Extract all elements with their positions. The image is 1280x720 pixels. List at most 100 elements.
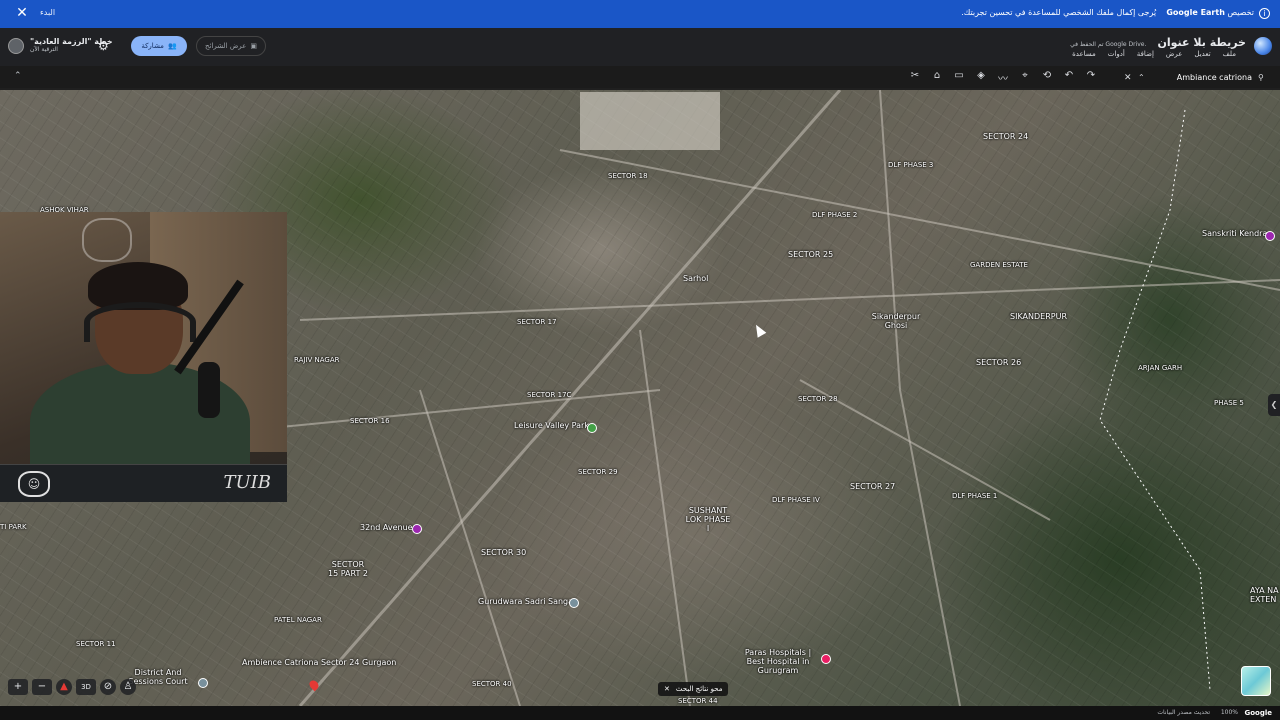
banner-message: تخصيص Google Earth يُرجى إكمال ملفك الشخ… <box>961 8 1254 17</box>
3d-toggle-button[interactable]: 3D <box>76 679 96 695</box>
placemark-icon[interactable]: ⌖ <box>1018 70 1032 85</box>
map-label: DLF PHASE 2 <box>812 211 858 219</box>
search-box[interactable]: ✕ ⌃ Ambiance catriona ⚲ <box>1124 69 1270 86</box>
map-label: SIKANDERPUR <box>1010 312 1068 321</box>
map-label: SECTOR 27 <box>850 482 896 491</box>
slideshow-icon: ▣ <box>250 42 257 50</box>
search-icon[interactable]: ⚲ <box>1258 73 1270 82</box>
map-label: DLF PHASE 3 <box>888 161 934 169</box>
history-icon[interactable]: ⟲ <box>1040 70 1054 85</box>
tools-crossed-icon[interactable]: ✂ <box>908 70 922 85</box>
map-label: 32nd Avenue <box>360 523 413 532</box>
pegman-icon[interactable]: ♙ <box>120 679 136 695</box>
map-label: AYA NA EXTEN <box>1250 586 1279 604</box>
map-label: SECTOR 15 PART 2 <box>327 560 368 578</box>
map-label: SECTOR 17 <box>517 318 557 326</box>
saved-status: تم الحفظ في Google Drive. <box>1070 41 1147 48</box>
slideshow-label: عرض الشرائح <box>205 42 247 50</box>
channel-logo-icon: ☺ <box>18 471 50 497</box>
earth-logo-icon <box>1254 37 1272 55</box>
overlay-brand-strip: ☺ TUIB <box>0 464 287 502</box>
headphones <box>84 302 196 342</box>
map-label: SECTOR 17C <box>527 391 572 399</box>
menu-help[interactable]: مساعدة <box>1072 50 1096 58</box>
google-earth-window: ✕ البدء تخصيص Google Earth يُرجى إكمال م… <box>0 0 1280 720</box>
map-label: SECTOR 40 <box>472 680 512 688</box>
menu-add[interactable]: إضافة <box>1137 50 1154 58</box>
park-icon[interactable] <box>587 423 597 433</box>
menu-edit[interactable]: تعديل <box>1194 50 1210 58</box>
clear-results-label: محو نتائج البحث <box>675 685 723 693</box>
channel-brand: TUIB <box>223 472 271 493</box>
layers-icon[interactable]: ◈ <box>974 70 988 85</box>
app-bar: خطة "الرزمة العادية" الترقية الآن ⚙ مشار… <box>0 28 1280 66</box>
menu-view[interactable]: عرض <box>1166 50 1183 58</box>
map-label: SECTOR 25 <box>788 250 834 259</box>
google-logo: Google <box>1244 709 1272 717</box>
layer-thumbnail[interactable] <box>1241 666 1271 696</box>
map-label: PHASE 5 <box>1214 399 1244 407</box>
brand-label: Google Earth <box>1166 8 1225 17</box>
place-icon[interactable] <box>412 524 422 534</box>
path-icon[interactable]: 〰 <box>996 70 1010 85</box>
profile-banner: ✕ البدء تخصيص Google Earth يُرجى إكمال م… <box>0 0 1280 28</box>
chevron-up-icon[interactable]: ⌃ <box>1138 73 1152 82</box>
map-label: SECTOR 26 <box>976 358 1022 367</box>
map-label: RAJIV NAGAR <box>294 356 340 364</box>
map-label: PATEL NAGAR <box>274 616 322 624</box>
info-icon[interactable]: i <box>1259 8 1270 19</box>
undo-icon[interactable]: ↶ <box>1062 70 1076 85</box>
map-label: Paras Hospitals | Best Hospital in Gurug… <box>744 648 812 675</box>
share-button[interactable]: مشاركة 👥 <box>131 36 187 56</box>
zoom-level: 100% <box>1220 709 1238 716</box>
tool-icons: ✂ ⌂ ▭ ◈ 〰 ⌖ ⟲ ↶ ↷ <box>908 70 1098 85</box>
close-icon[interactable]: ✕ <box>14 5 30 21</box>
menu-tools[interactable]: أدوات <box>1108 50 1125 58</box>
map-label: DLF PHASE IV <box>772 496 820 504</box>
menu-file[interactable]: ملف <box>1223 50 1236 58</box>
map-label: SUSHANT LOK PHASE I <box>685 506 731 533</box>
clear-results-chip[interactable]: محو نتائج البحث ✕ <box>658 682 729 696</box>
avatar[interactable] <box>8 38 24 54</box>
gurudwara-icon[interactable] <box>569 598 579 608</box>
clear-search-icon[interactable]: ✕ <box>1124 73 1138 83</box>
map-label: Leisure Valley Park <box>514 421 589 430</box>
map-label: Sarhol <box>683 274 709 283</box>
close-icon[interactable]: ✕ <box>664 685 670 693</box>
map-controls: + − ▲ 3D ⊘ ♙ <box>8 679 136 695</box>
status-bar: تحديث مصدر البيانات 100% Google <box>0 706 1280 720</box>
people-icon: 👥 <box>167 42 177 50</box>
search-query[interactable]: Ambiance catriona <box>1152 73 1258 82</box>
map-label: Sanskriti Kendra <box>1202 229 1268 238</box>
zoom-out-button[interactable]: − <box>32 679 52 695</box>
map-title[interactable]: خريطة بلا عنوان <box>1158 36 1247 49</box>
chevron-up-icon[interactable]: ⌃ <box>14 71 22 81</box>
side-panel-handle[interactable]: ❮ <box>1268 394 1280 416</box>
banner-text: يُرجى إكمال ملفك الشخصي للمساعدة في تحسي… <box>961 8 1157 17</box>
wall-logo <box>82 218 132 262</box>
map-label: Sikanderpur Ghosi <box>871 312 921 330</box>
map-label: SECTOR 30 <box>481 548 527 557</box>
map-label: TI PARK <box>0 523 27 531</box>
map-label: SECTOR 29 <box>578 468 618 476</box>
map-label: SECTOR 16 <box>350 417 390 425</box>
street-view-icon[interactable]: ⌂ <box>930 70 944 85</box>
redo-icon[interactable]: ↷ <box>1084 70 1098 85</box>
orbit-icon[interactable]: ⊘ <box>100 679 116 695</box>
court-icon[interactable] <box>198 678 208 688</box>
map-label: ARJAN GARH <box>1138 364 1183 372</box>
webcam-overlay: ☺ TUIB <box>0 212 287 502</box>
map-label: SECTOR 28 <box>798 395 838 403</box>
data-source-link[interactable]: تحديث مصدر البيانات <box>1157 709 1210 716</box>
hospital-icon[interactable] <box>821 654 831 664</box>
slideshow-button[interactable]: عرض الشرائح ▣ <box>196 36 266 56</box>
map-label: SECTOR 11 <box>76 640 116 648</box>
gear-icon[interactable]: ⚙ <box>98 39 109 53</box>
start-link[interactable]: البدء <box>40 8 55 17</box>
ruler-icon[interactable]: ▭ <box>952 70 966 85</box>
map-info: تم الحفظ في Google Drive. خريطة بلا عنوا… <box>1070 31 1246 50</box>
zoom-in-button[interactable]: + <box>8 679 28 695</box>
compass-icon[interactable]: ▲ <box>56 679 72 695</box>
place-icon[interactable] <box>1265 231 1275 241</box>
map-label: SECTOR 44 <box>678 697 718 705</box>
